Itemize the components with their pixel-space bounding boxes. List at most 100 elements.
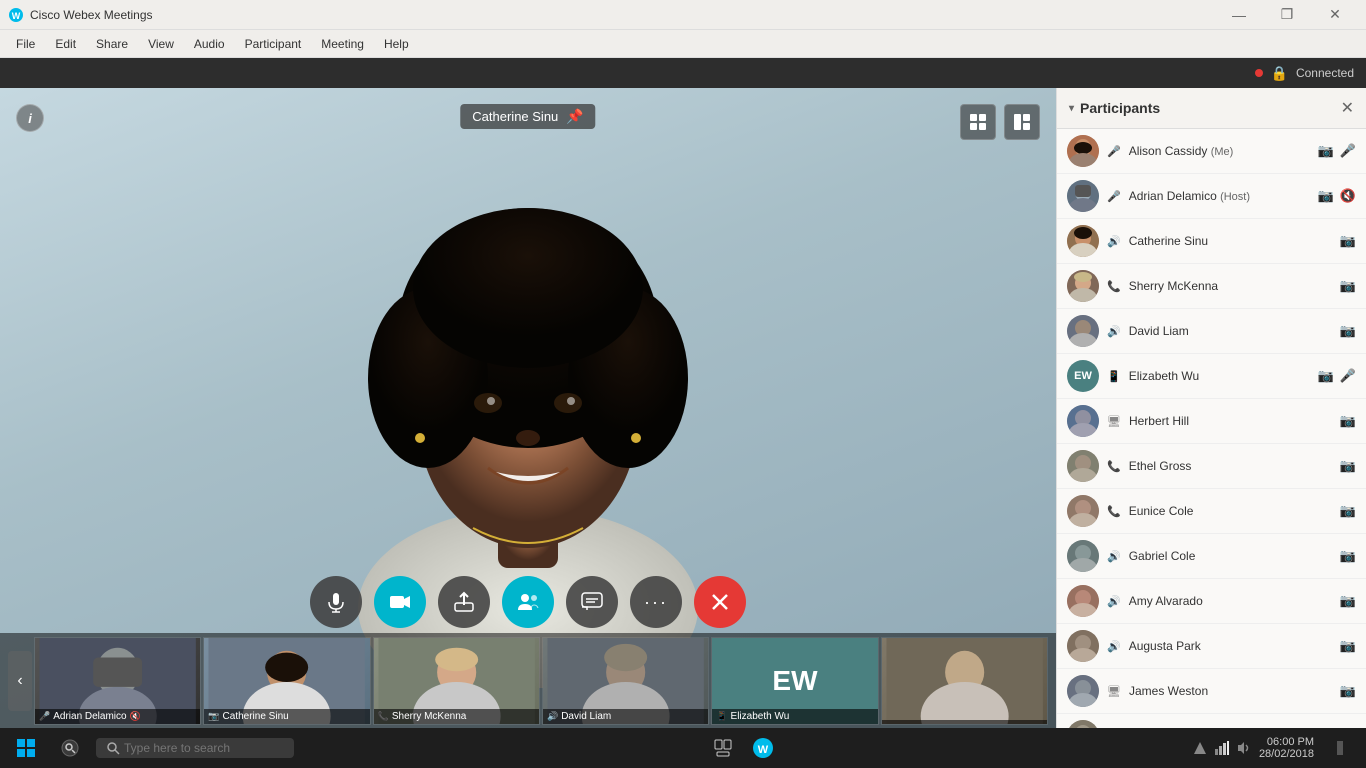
p-screen-status-james: 🖥 <box>1107 685 1121 698</box>
p-phone-status-eunice: 📞 <box>1107 505 1121 518</box>
thumbnail-david[interactable]: 🔊 David Liam <box>542 637 709 725</box>
p-video-off-icon-elizabeth: 📷 <box>1318 368 1334 384</box>
pin-icon[interactable]: 📌 <box>566 108 583 125</box>
avatar-amy <box>1067 585 1099 617</box>
minimize-button[interactable]: — <box>1216 0 1262 30</box>
p-name-ethel: Ethel Gross <box>1129 459 1332 473</box>
thumbnail-elizabeth[interactable]: EW 📱 Elizabeth Wu <box>711 637 878 725</box>
search-circle-icon <box>61 739 79 757</box>
taskview-button[interactable] <box>705 730 741 766</box>
menu-participant[interactable]: Participant <box>237 35 310 53</box>
search-icon-taskbar[interactable] <box>52 730 88 766</box>
menu-meeting[interactable]: Meeting <box>313 35 372 53</box>
participant-patrick[interactable]: 🔊 Patrick Cooper 📷 🎤 <box>1057 714 1366 728</box>
webex-taskbar-button[interactable]: W <box>745 730 781 766</box>
maximize-button[interactable]: ❐ <box>1264 0 1310 30</box>
menu-view[interactable]: View <box>140 35 182 53</box>
menu-help[interactable]: Help <box>376 35 417 53</box>
p-video-icon-eunice: 📷 <box>1340 503 1356 519</box>
avatar-img-augusta <box>1067 630 1099 662</box>
thumbnail-sherry[interactable]: 📞 Sherry McKenna <box>373 637 540 725</box>
avatar-img-david <box>1067 315 1099 347</box>
p-controls-alison: 📷 🎤 <box>1318 143 1356 159</box>
thumbnail-other[interactable] <box>881 637 1048 725</box>
split-layout-button[interactable] <box>1004 104 1040 140</box>
participants-button[interactable] <box>502 576 554 628</box>
p-audio-status-augusta: 🔊 <box>1107 640 1121 653</box>
participant-catherine[interactable]: 🔊 Catherine Sinu 📷 <box>1057 219 1366 264</box>
avatar-img-gabriel <box>1067 540 1099 572</box>
p-phone-status-ethel: 📞 <box>1107 460 1121 473</box>
windows-icon <box>17 739 35 757</box>
thumb-name-david: David Liam <box>561 711 611 722</box>
thumbnail-catherine[interactable]: 📷 Catherine Sinu <box>203 637 370 725</box>
p-name-david: David Liam <box>1129 324 1332 338</box>
p-name-alison: Alison Cassidy (Me) <box>1129 144 1310 158</box>
connected-label: Connected <box>1296 66 1354 80</box>
share-button[interactable] <box>438 576 490 628</box>
svg-text:W: W <box>12 11 21 21</box>
p-mic-muted-icon-elizabeth: 🎤 <box>1340 368 1356 384</box>
participant-gabriel[interactable]: 🔊 Gabriel Cole 📷 <box>1057 534 1366 579</box>
chat-button[interactable] <box>566 576 618 628</box>
grid-layout-button[interactable] <box>960 104 996 140</box>
layout-buttons <box>960 104 1040 140</box>
split-icon <box>1013 113 1031 131</box>
p-controls-augusta: 📷 <box>1340 638 1356 654</box>
info-button[interactable]: i <box>16 104 44 132</box>
end-call-button[interactable] <box>694 576 746 628</box>
p-audio-status-gabriel: 🔊 <box>1107 550 1121 563</box>
taskbar-search-bar[interactable] <box>96 738 294 758</box>
avatar-img-james <box>1067 675 1099 707</box>
thumbnail-strip: ‹ 🎤 Adrian Delamico 🔇 <box>0 633 1056 728</box>
p-mic-icon-alison: 🎤 <box>1340 143 1356 159</box>
avatar-catherine <box>1067 225 1099 257</box>
participant-elizabeth[interactable]: EW 📱 Elizabeth Wu 📷 🎤 <box>1057 354 1366 399</box>
taskbar-search-input[interactable] <box>124 741 284 755</box>
p-controls-elizabeth: 📷 🎤 <box>1318 368 1356 384</box>
participant-eunice[interactable]: 📞 Eunice Cole 📷 <box>1057 489 1366 534</box>
more-button[interactable]: ··· <box>630 576 682 628</box>
thumb-label-adrian: 🎤 Adrian Delamico 🔇 <box>35 709 200 724</box>
taskbar-center: W <box>705 730 781 766</box>
participant-alison[interactable]: 🎤 Alison Cassidy (Me) 📷 🎤 <box>1057 129 1366 174</box>
participant-herbert[interactable]: 🖥 Herbert Hill 📷 <box>1057 399 1366 444</box>
start-button[interactable] <box>8 730 44 766</box>
camera-icon <box>389 591 411 613</box>
thumb-label-david: 🔊 David Liam <box>543 709 708 724</box>
participant-ethel[interactable]: 📞 Ethel Gross 📷 <box>1057 444 1366 489</box>
menu-edit[interactable]: Edit <box>47 35 84 53</box>
show-desktop-button[interactable] <box>1322 730 1358 766</box>
thumbnail-adrian[interactable]: 🎤 Adrian Delamico 🔇 <box>34 637 201 725</box>
mute-button[interactable] <box>310 576 362 628</box>
panel-title-text: Participants <box>1080 100 1160 116</box>
menu-file[interactable]: File <box>8 35 43 53</box>
p-phone-status-sherry: 📞 <box>1107 280 1121 293</box>
participant-sherry[interactable]: 📞 Sherry McKenna 📷 <box>1057 264 1366 309</box>
menu-share[interactable]: Share <box>88 35 136 53</box>
p-audio-status-cath: 🔊 <box>1107 235 1121 248</box>
taskbar-right: 06:00 PM 28/02/2018 <box>1193 730 1358 766</box>
participant-adrian[interactable]: 🎤 Adrian Delamico (Host) 📷 🔇 <box>1057 174 1366 219</box>
avatar-james <box>1067 675 1099 707</box>
participant-david[interactable]: 🔊 David Liam 📷 <box>1057 309 1366 354</box>
avatar-ethel <box>1067 450 1099 482</box>
panel-close-button[interactable]: ✕ <box>1341 98 1354 118</box>
p-name-eunice: Eunice Cole <box>1129 504 1332 518</box>
menu-audio[interactable]: Audio <box>186 35 233 53</box>
grid-icon <box>969 113 987 131</box>
thumb-nav-prev[interactable]: ‹ <box>8 651 32 711</box>
p-controls-david: 📷 <box>1340 323 1356 339</box>
participant-amy[interactable]: 🔊 Amy Alvarado 📷 <box>1057 579 1366 624</box>
thumb-audio-icon-catherine: 📷 <box>208 711 219 722</box>
p-video-icon-alison: 📷 <box>1318 143 1334 159</box>
p-mic-status-alison: 🎤 <box>1107 145 1121 158</box>
taskbar-search-icon <box>106 741 120 755</box>
avatar-img-ethel <box>1067 450 1099 482</box>
video-button[interactable] <box>374 576 426 628</box>
main-video <box>0 88 1056 728</box>
participant-james[interactable]: 🖥 James Weston 📷 <box>1057 669 1366 714</box>
taskbar-left <box>8 730 294 766</box>
close-button[interactable]: ✕ <box>1312 0 1358 30</box>
participant-augusta[interactable]: 🔊 Augusta Park 📷 <box>1057 624 1366 669</box>
